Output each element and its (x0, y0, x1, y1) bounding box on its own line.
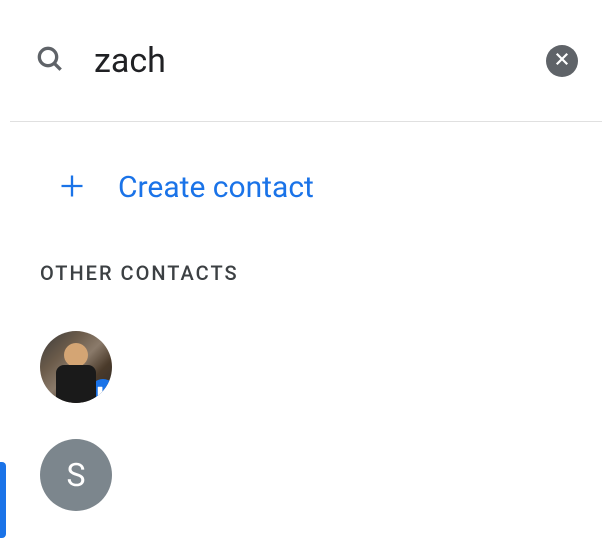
create-contact-button[interactable]: Create contact (0, 142, 602, 233)
search-bar (10, 0, 602, 122)
section-header-other-contacts: Other Contacts (0, 233, 602, 301)
avatar-initial: S (67, 456, 86, 494)
avatar: S (40, 439, 112, 511)
search-icon (34, 43, 66, 79)
selection-indicator (0, 462, 6, 538)
contact-item[interactable]: S (40, 421, 562, 529)
plus-icon (58, 172, 86, 204)
search-input[interactable] (94, 41, 546, 81)
avatar (40, 331, 112, 403)
clear-search-button[interactable] (546, 45, 578, 77)
contact-list: S (0, 301, 602, 541)
close-icon (553, 50, 571, 71)
create-contact-label: Create contact (118, 170, 314, 205)
organization-badge-icon (90, 379, 112, 403)
contact-item[interactable] (40, 313, 562, 421)
